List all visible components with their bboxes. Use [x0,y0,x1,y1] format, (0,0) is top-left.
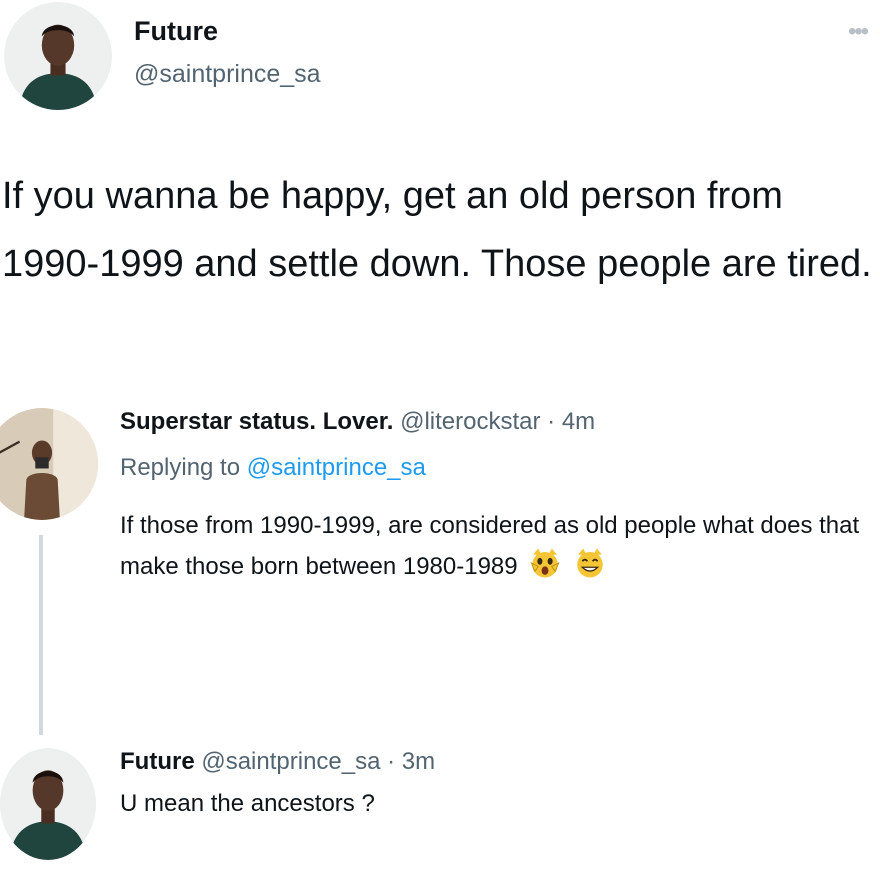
reply-text-body: If those from 1990-1999, are considered … [120,512,860,580]
reply-text: If those from 1990-1999, are considered … [120,505,860,587]
replying-to: Replying to @saintprince_sa [120,454,426,482]
reply2-header: Future @saintprince_sa · 3m [120,748,435,776]
author-handle[interactable]: @saintprince_sa [134,60,321,89]
reply-author-name[interactable]: Superstar status. Lover. [120,408,393,435]
tweet-text: If you wanna be happy, get an old person… [2,175,872,285]
thread-connector-line [39,535,43,735]
avatar-image [4,2,112,110]
reply2-author-avatar[interactable] [0,748,96,860]
avatar-image [0,748,96,860]
reply2-text: U mean the ancestors ? [120,790,375,817]
reply2-meta[interactable]: @saintprince_sa · 3m [201,748,435,775]
reply-header: Superstar status. Lover. @literockstar ·… [120,408,595,436]
more-options-icon[interactable]: ••• [848,18,869,46]
screaming-cat-emoji [530,548,560,578]
reply-meta[interactable]: @literockstar · 4m [400,408,595,435]
reply-author-avatar[interactable] [0,408,98,520]
reply2-author-name[interactable]: Future [120,748,195,775]
author-name[interactable]: Future [134,16,218,47]
replying-to-mention[interactable]: @saintprince_sa [247,454,426,481]
avatar-image [0,408,98,520]
author-avatar[interactable] [4,2,112,110]
replying-to-label: Replying to [120,454,241,481]
grinning-cat-emoji [577,548,603,578]
